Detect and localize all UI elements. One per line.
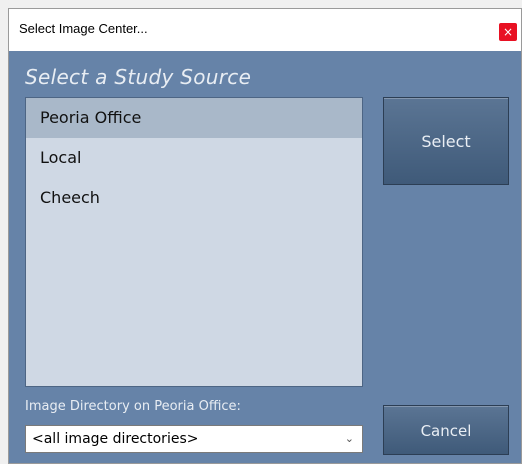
image-directory-dropdown[interactable]: <all image directories> ⌄ xyxy=(25,425,363,453)
image-directory-value: <all image directories> xyxy=(32,431,199,447)
dialog-heading: Select a Study Source xyxy=(25,65,252,89)
close-button[interactable]: × xyxy=(499,23,517,41)
study-source-list[interactable]: Peoria Office Local Cheech xyxy=(25,97,363,387)
image-directory-label: Image Directory on Peoria Office: xyxy=(25,399,241,414)
window-title: Select Image Center... xyxy=(19,21,148,36)
list-item-local[interactable]: Local xyxy=(26,138,362,178)
dialog-body: Select a Study Source Peoria Office Loca… xyxy=(9,51,521,463)
close-icon: × xyxy=(502,25,514,39)
cancel-button[interactable]: Cancel xyxy=(383,405,509,455)
title-bar: Select Image Center... × xyxy=(9,9,521,51)
chevron-down-icon: ⌄ xyxy=(344,432,354,445)
list-item-cheech[interactable]: Cheech xyxy=(26,178,362,218)
select-image-center-dialog: Select Image Center... × Select a Study … xyxy=(8,8,522,464)
list-item-peoria-office[interactable]: Peoria Office xyxy=(26,98,362,138)
select-button[interactable]: Select xyxy=(383,97,509,185)
